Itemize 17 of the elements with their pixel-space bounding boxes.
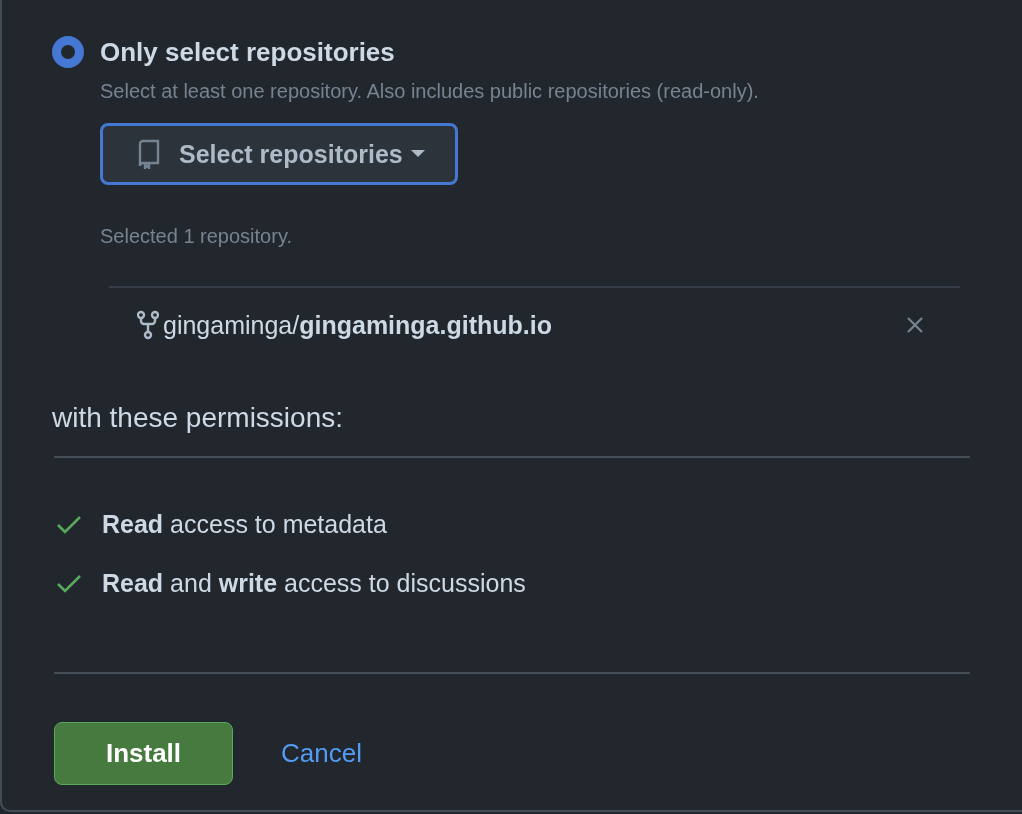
repository-name: gingaminga/gingaminga.github.io (163, 310, 552, 340)
option-label: Only select repositories (100, 36, 395, 68)
option-description: Select at least one repository. Also includes public repositories (read-only). (100, 80, 759, 103)
permission-text: Read access to metadata (102, 510, 387, 539)
cancel-link[interactable]: Cancel (281, 738, 362, 769)
select-repositories-button[interactable]: Select repositories (100, 123, 458, 185)
close-icon[interactable] (906, 316, 924, 334)
selected-count-text: Selected 1 repository. (100, 225, 292, 248)
permission-text: Read and write access to discussions (102, 569, 526, 598)
permissions-heading: with these permissions: (52, 402, 343, 434)
fork-icon (137, 310, 159, 340)
radio-button[interactable] (52, 36, 84, 68)
check-icon (56, 573, 82, 594)
caret-icon (410, 150, 425, 158)
repo-icon (137, 139, 161, 169)
install-button[interactable]: Install (54, 722, 233, 785)
check-icon (56, 514, 82, 535)
